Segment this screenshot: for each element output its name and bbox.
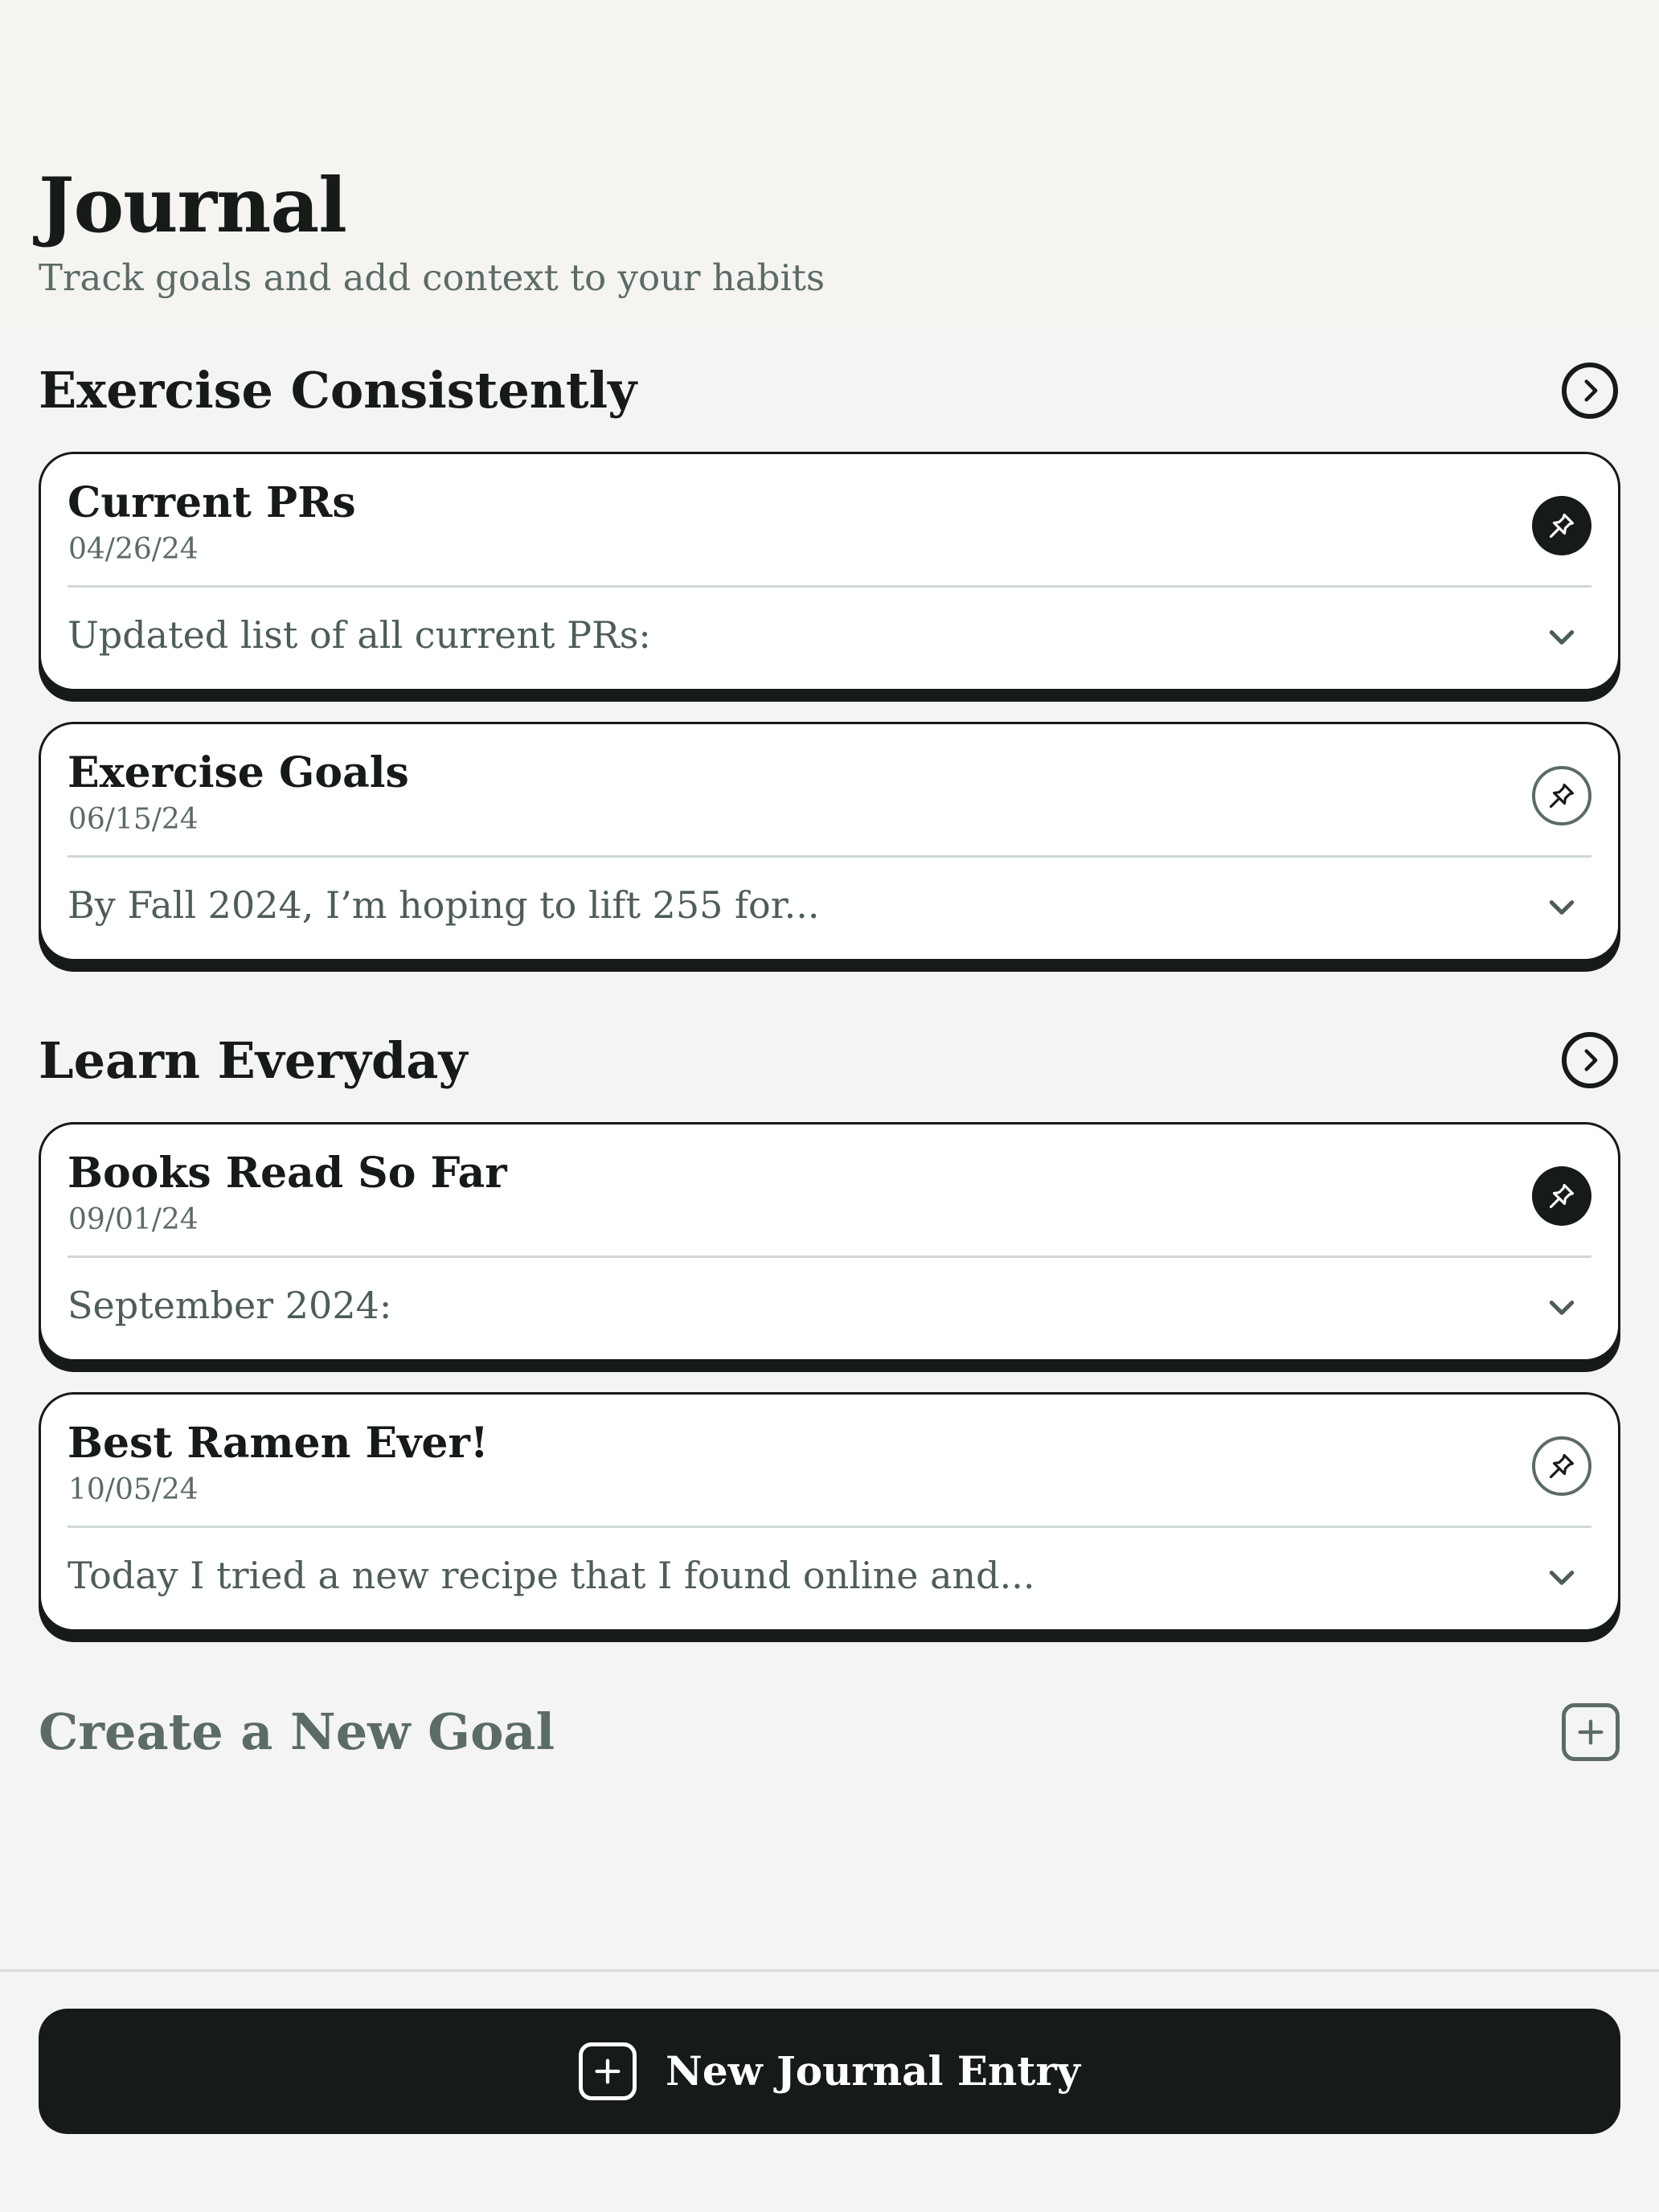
- pin-button[interactable]: [1532, 1436, 1591, 1496]
- pin-icon: [1549, 783, 1575, 809]
- goal-title-exercise: Exercise Consistently: [39, 361, 637, 420]
- expand-button[interactable]: [1538, 621, 1586, 653]
- plus-icon: [595, 2058, 621, 2084]
- new-journal-entry-button[interactable]: New Journal Entry: [39, 2009, 1620, 2134]
- create-goal-label[interactable]: Create a New Goal: [39, 1700, 555, 1764]
- entry-title: Exercise Goals: [68, 748, 409, 797]
- card-divider: [68, 855, 1591, 858]
- entry-preview: By Fall 2024, I’m hoping to lift 255 for…: [68, 883, 820, 927]
- expand-button[interactable]: [1538, 1562, 1586, 1594]
- entry-date: 04/26/24: [68, 533, 199, 566]
- chevron-right-icon: [1584, 1049, 1598, 1071]
- page-header: Journal Track goals and add context to y…: [0, 0, 1659, 325]
- page-subtitle: Track goals and add context to your habi…: [39, 256, 825, 299]
- goal-open-button-learn[interactable]: [1562, 1032, 1618, 1088]
- chevron-down-icon: [1549, 630, 1575, 645]
- entry-date: 09/01/24: [68, 1203, 199, 1236]
- goal-title-learn: Learn Everyday: [39, 1031, 468, 1090]
- expand-button[interactable]: [1538, 891, 1586, 924]
- entry-title: Books Read So Far: [68, 1149, 507, 1198]
- journal-entry-card[interactable]: Best Ramen Ever! 10/05/24 Today I tried …: [39, 1392, 1620, 1632]
- page-title: Journal: [39, 162, 347, 250]
- pin-icon: [1549, 1453, 1575, 1479]
- journal-entry-card[interactable]: Exercise Goals 06/15/24 By Fall 2024, I’…: [39, 722, 1620, 961]
- create-goal-button[interactable]: [1562, 1703, 1620, 1761]
- entry-preview: Today I tried a new recipe that I found …: [68, 1554, 1035, 1597]
- new-journal-entry-label: New Journal Entry: [666, 2047, 1080, 2095]
- goal-open-button-exercise[interactable]: [1562, 363, 1618, 419]
- journal-entry-card[interactable]: Books Read So Far 09/01/24 September 202…: [39, 1122, 1620, 1362]
- pin-button[interactable]: [1532, 496, 1591, 555]
- pin-button[interactable]: [1532, 1166, 1591, 1226]
- entry-title: Best Ramen Ever!: [68, 1419, 489, 1468]
- journal-entry-card[interactable]: Current PRs 04/26/24 Updated list of all…: [39, 452, 1620, 691]
- entry-date: 10/05/24: [68, 1473, 199, 1506]
- entry-preview: September 2024:: [68, 1284, 392, 1327]
- plus-square-icon: [579, 2042, 637, 2100]
- chevron-down-icon: [1549, 900, 1575, 915]
- entry-title: Current PRs: [68, 478, 356, 527]
- card-divider: [68, 1256, 1591, 1258]
- chevron-down-icon: [1549, 1571, 1575, 1585]
- plus-icon: [1578, 1719, 1604, 1745]
- entry-date: 06/15/24: [68, 803, 199, 836]
- pin-icon: [1549, 513, 1575, 539]
- pin-button[interactable]: [1532, 766, 1591, 825]
- footer-divider: [0, 1969, 1659, 1972]
- chevron-down-icon: [1549, 1301, 1575, 1315]
- card-divider: [68, 585, 1591, 588]
- chevron-right-icon: [1584, 379, 1598, 402]
- expand-button[interactable]: [1538, 1292, 1586, 1324]
- entry-preview: Updated list of all current PRs:: [68, 613, 651, 657]
- pin-icon: [1549, 1183, 1575, 1209]
- card-divider: [68, 1526, 1591, 1528]
